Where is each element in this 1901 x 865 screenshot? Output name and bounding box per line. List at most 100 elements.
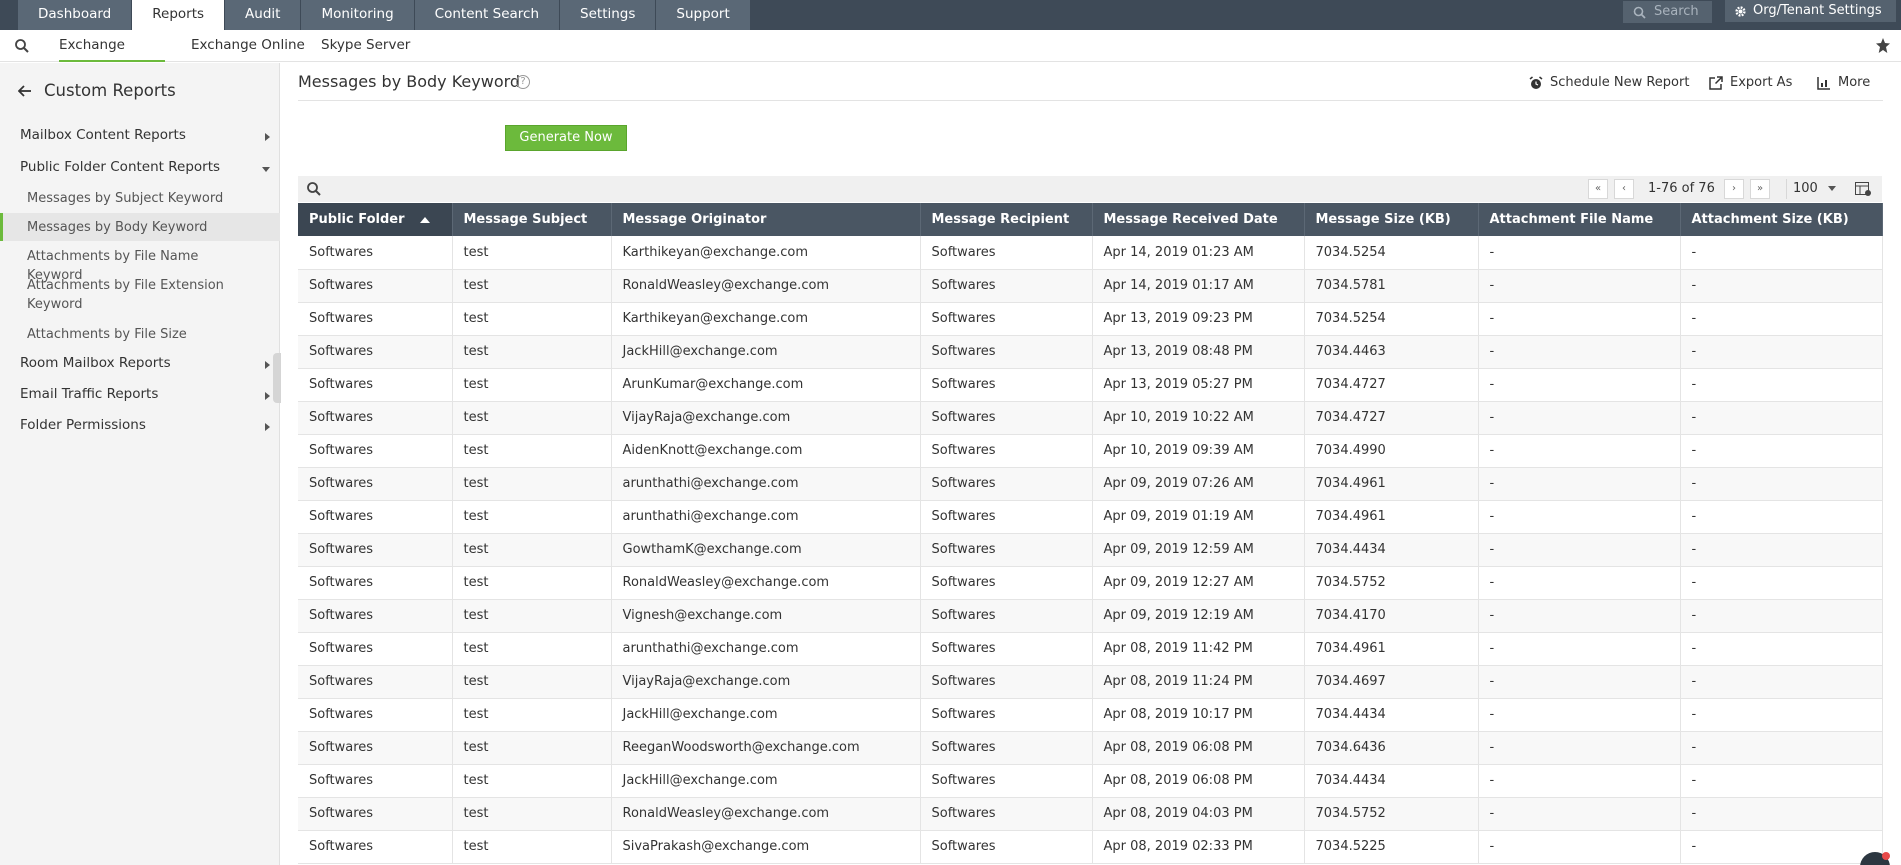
table-cell: Softwares xyxy=(298,731,453,765)
table-cell: VijayRaja@exchange.com xyxy=(611,665,921,699)
column-header-public-folder[interactable]: Public Folder xyxy=(298,203,453,236)
sidebar-collapse-handle[interactable] xyxy=(273,353,281,403)
subtab-exchange-online[interactable]: Exchange Online xyxy=(191,30,305,62)
table-cell: - xyxy=(1478,665,1681,699)
prev-page-button[interactable]: ‹ xyxy=(1614,179,1634,199)
back-to-custom-reports[interactable]: Custom Reports xyxy=(18,81,176,100)
next-page-button[interactable]: › xyxy=(1724,179,1744,199)
sidebar-group-email-traffic[interactable]: Email Traffic Reports xyxy=(20,386,270,402)
sidebar-item-messages-by-subject-keyword[interactable]: Messages by Subject Keyword xyxy=(27,189,257,208)
table-cell: Apr 09, 2019 07:26 AM xyxy=(1092,467,1305,501)
column-header-message-subject[interactable]: Message Subject xyxy=(452,203,612,236)
tab-monitoring[interactable]: Monitoring xyxy=(301,0,415,30)
table-cell: - xyxy=(1680,731,1883,765)
subtab-skype-server[interactable]: Skype Server xyxy=(321,30,410,62)
generate-now-button[interactable]: Generate Now xyxy=(505,125,627,151)
sidebar-group-label: Mailbox Content Reports xyxy=(20,127,186,143)
sidebar-group-label: Public Folder Content Reports xyxy=(20,159,221,175)
sidebar-item-messages-by-body-keyword[interactable]: Messages by Body Keyword xyxy=(27,218,257,237)
table-cell: Softwares xyxy=(920,302,1093,336)
table-cell: Softwares xyxy=(298,566,453,600)
table-cell: test xyxy=(452,335,612,369)
column-header-message-originator[interactable]: Message Originator xyxy=(611,203,921,236)
table-row[interactable]: Softwares test RonaldWeasley@exchange.com S… xyxy=(298,797,1883,831)
table-row[interactable]: Softwares test JackHill@exchange.com Softwa… xyxy=(298,335,1883,369)
tab-dashboard[interactable]: Dashboard xyxy=(18,0,133,30)
table-cell: 7034.4961 xyxy=(1304,500,1479,534)
sidebar-group-public-folder-content[interactable]: Public Folder Content Reports xyxy=(20,159,270,175)
report-table: Public Folder Message Subject Message Or… xyxy=(298,203,1883,864)
org-tenant-settings-button[interactable]: Org/Tenant Settings xyxy=(1725,0,1896,22)
more-button[interactable]: More xyxy=(1817,75,1870,90)
last-page-button[interactable]: » xyxy=(1750,179,1770,199)
tab-audit[interactable]: Audit xyxy=(225,0,302,30)
page-size-select[interactable]: 100 xyxy=(1786,179,1836,199)
table-cell: Softwares xyxy=(920,665,1093,699)
table-row[interactable]: Softwares test AidenKnott@exchange.com Soft… xyxy=(298,434,1883,468)
table-cell: Softwares xyxy=(298,533,453,567)
column-chooser-icon[interactable] xyxy=(1855,182,1871,196)
column-header-message-size[interactable]: Message Size (KB) xyxy=(1304,203,1479,236)
table-row[interactable]: Softwares test RonaldWeasley@exchange.com S… xyxy=(298,269,1883,303)
tab-reports[interactable]: Reports xyxy=(132,0,226,30)
table-cell: SivaPrakash@exchange.com xyxy=(611,830,921,864)
sidebar-group-mailbox-content[interactable]: Mailbox Content Reports xyxy=(20,127,270,143)
table-cell: Softwares xyxy=(298,632,453,666)
table-row[interactable]: Softwares test Karthikeyan@exchange.com Sof… xyxy=(298,302,1883,336)
column-header-attachment-file-name[interactable]: Attachment File Name xyxy=(1478,203,1681,236)
first-page-button[interactable]: « xyxy=(1588,179,1608,199)
table-cell: test xyxy=(452,467,612,501)
tab-support[interactable]: Support xyxy=(656,0,751,30)
table-cell: Softwares xyxy=(920,764,1093,798)
help-icon[interactable]: ? xyxy=(516,75,530,89)
table-cell: Softwares xyxy=(298,335,453,369)
table-cell: test xyxy=(452,500,612,534)
column-header-attachment-size[interactable]: Attachment Size (KB) xyxy=(1680,203,1883,236)
grid-search-icon[interactable] xyxy=(306,181,322,197)
table-cell: Softwares xyxy=(920,566,1093,600)
table-row[interactable]: Softwares test GowthamK@exchange.com Softwa… xyxy=(298,533,1883,567)
table-cell: - xyxy=(1478,698,1681,732)
column-header-message-recipient[interactable]: Message Recipient xyxy=(920,203,1093,236)
table-row[interactable]: Softwares test VijayRaja@exchange.com Softw… xyxy=(298,401,1883,435)
chevron-right-icon xyxy=(265,361,270,369)
table-row[interactable]: Softwares test RonaldWeasley@exchange.com S… xyxy=(298,566,1883,600)
table-row[interactable]: Softwares test JackHill@exchange.com Softwa… xyxy=(298,764,1883,798)
export-as-button[interactable]: Export As xyxy=(1709,75,1792,90)
chevron-right-icon xyxy=(265,423,270,431)
table-row[interactable]: Softwares test arunthathi@exchange.com Soft… xyxy=(298,500,1883,534)
table-cell: - xyxy=(1680,500,1883,534)
search-icon[interactable] xyxy=(14,38,30,54)
tab-settings[interactable]: Settings xyxy=(560,0,657,30)
tab-content-search[interactable]: Content Search xyxy=(414,0,561,30)
schedule-new-report-button[interactable]: Schedule New Report xyxy=(1529,75,1689,90)
table-row[interactable]: Softwares test ArunKumar@exchange.com Softw… xyxy=(298,368,1883,402)
column-header-message-received-date[interactable]: Message Received Date xyxy=(1092,203,1305,236)
table-cell: 7034.4961 xyxy=(1304,632,1479,666)
pin-icon[interactable] xyxy=(1876,38,1890,54)
table-row[interactable]: Softwares test arunthathi@exchange.com Soft… xyxy=(298,632,1883,666)
gear-icon xyxy=(1735,5,1746,17)
table-row[interactable]: Softwares test ReeganWoodsworth@exchange.c… xyxy=(298,731,1883,765)
subtab-exchange-server[interactable]: Exchange Server xyxy=(59,30,165,83)
table-row[interactable]: Softwares test JackHill@exchange.com Softwa… xyxy=(298,698,1883,732)
sidebar-item-attachments-by-file-size[interactable]: Attachments by File Size xyxy=(27,325,257,344)
table-cell: Apr 08, 2019 10:17 PM xyxy=(1092,698,1305,732)
sidebar-item-attachments-by-file-extension-keyword[interactable]: Attachments by File Extension Keyword xyxy=(27,276,247,314)
table-cell: Softwares xyxy=(920,533,1093,567)
sidebar-group-room-mailbox[interactable]: Room Mailbox Reports xyxy=(20,355,270,371)
table-row[interactable]: Softwares test VijayRaja@exchange.com Softw… xyxy=(298,665,1883,699)
table-row[interactable]: Softwares test Karthikeyan@exchange.com Sof… xyxy=(298,236,1883,270)
table-cell: - xyxy=(1680,830,1883,864)
table-cell: ArunKumar@exchange.com xyxy=(611,368,921,402)
table-cell: - xyxy=(1680,665,1883,699)
table-cell: Softwares xyxy=(298,236,453,270)
global-search-input[interactable]: Search xyxy=(1623,1,1712,23)
sidebar-group-folder-permissions[interactable]: Folder Permissions xyxy=(20,417,270,433)
table-cell: - xyxy=(1680,797,1883,831)
table-row[interactable]: Softwares test SivaPrakash@exchange.com Sof… xyxy=(298,830,1883,864)
table-row[interactable]: Softwares test Vignesh@exchange.com Softwar… xyxy=(298,599,1883,633)
table-cell: - xyxy=(1478,533,1681,567)
table-row[interactable]: Softwares test arunthathi@exchange.com Soft… xyxy=(298,467,1883,501)
table-cell: 7034.5752 xyxy=(1304,566,1479,600)
